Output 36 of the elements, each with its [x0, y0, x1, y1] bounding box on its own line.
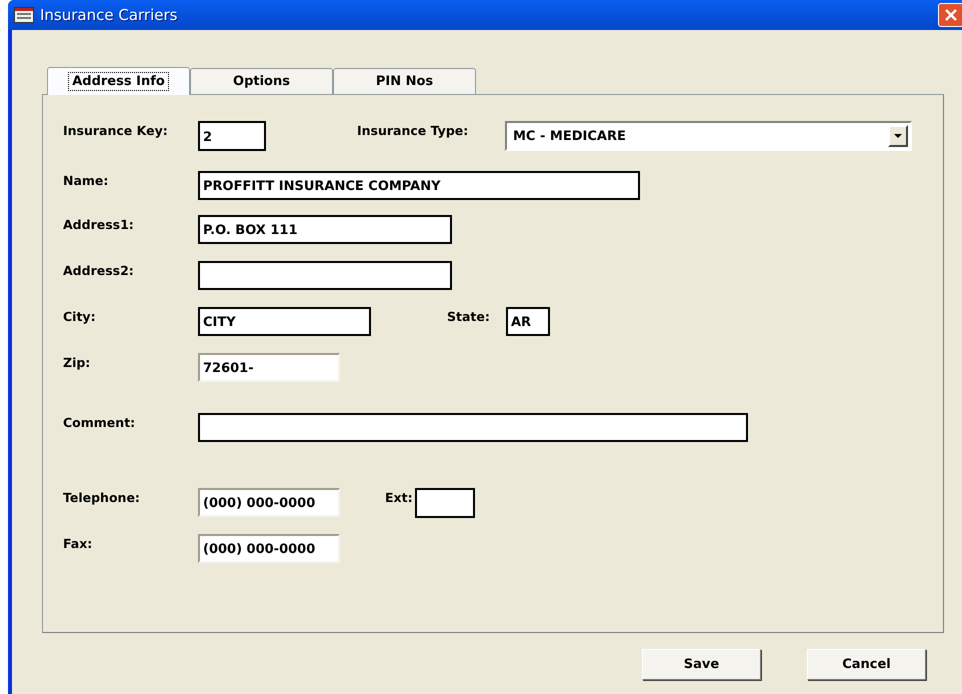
dialog-button[interactable]: Save [642, 649, 761, 680]
dropdown-button[interactable] [888, 125, 908, 147]
text-field[interactable]: CITY [198, 307, 371, 336]
dialog-button[interactable]: Cancel [807, 649, 926, 680]
tab[interactable]: PIN Nos [333, 68, 476, 94]
dropdown[interactable]: MC - MEDICARE [505, 121, 912, 151]
window-title: Insurance Carriers [40, 6, 178, 24]
text-field[interactable]: AR [506, 307, 550, 336]
field-label: Telephone: [63, 490, 141, 505]
text-field[interactable]: PROFFITT INSURANCE COMPANY [198, 171, 640, 200]
tab[interactable]: Options [190, 68, 333, 94]
text-field[interactable] [198, 261, 452, 290]
close-button[interactable] [938, 3, 962, 27]
dropdown-value: MC - MEDICARE [513, 128, 627, 144]
text-field[interactable]: (000) 000-0000 [198, 534, 340, 563]
text-field[interactable]: 72601- [198, 353, 340, 382]
window-icon [14, 7, 34, 23]
field-label: Name: [63, 173, 110, 188]
field-label: Ext: [385, 490, 414, 505]
caret-icon [894, 134, 902, 138]
field-label: Address2: [63, 263, 135, 278]
text-field[interactable]: P.O. BOX 111 [198, 215, 452, 244]
field-label: Insurance Type: [357, 123, 470, 138]
field-label: Zip: [63, 355, 92, 370]
field-label: City: [63, 309, 97, 324]
text-field[interactable] [198, 413, 748, 442]
field-label: State: [447, 309, 491, 324]
field-label: Insurance Key: [63, 123, 169, 138]
tab[interactable]: Address Info [47, 67, 190, 95]
text-field[interactable] [415, 488, 475, 518]
field-label: Address1: [63, 217, 135, 232]
field-label: Fax: [63, 536, 94, 551]
field-label: Comment: [63, 415, 136, 430]
text-field[interactable]: (000) 000-0000 [198, 488, 340, 517]
text-field[interactable]: 2 [198, 121, 266, 151]
close-icon [944, 8, 958, 22]
